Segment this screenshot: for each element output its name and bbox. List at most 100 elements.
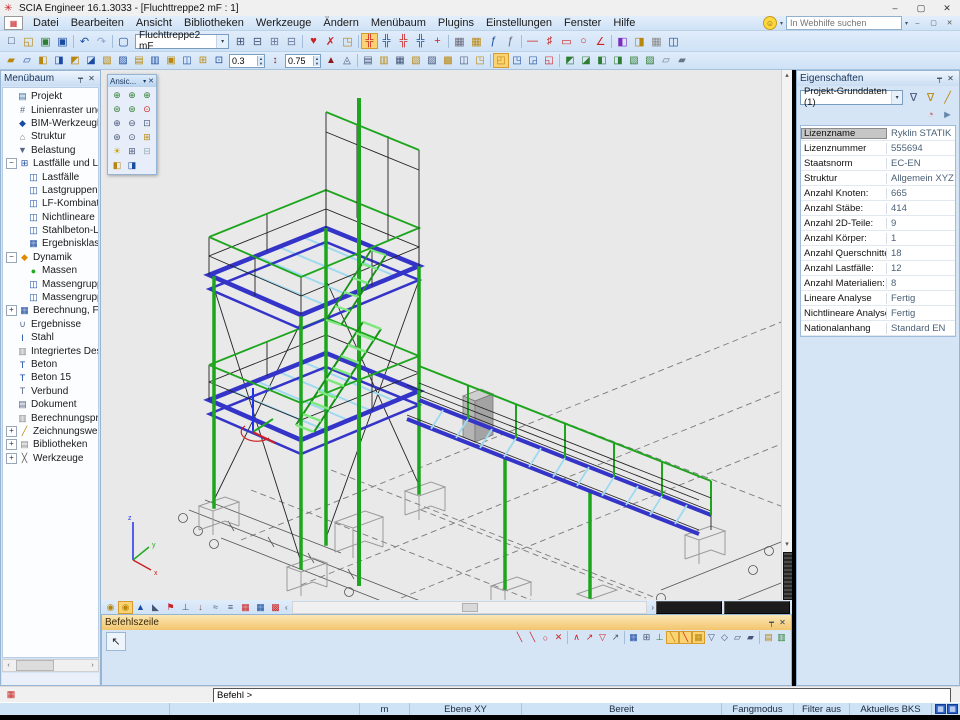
property-value[interactable]: Fertig xyxy=(887,293,955,304)
layer-current-icon[interactable]: ◰ xyxy=(493,53,509,68)
snap-tangent-icon[interactable]: ◇ xyxy=(718,631,731,644)
display-loads-icon[interactable]: ◩ xyxy=(67,53,83,68)
zoom-window-icon[interactable]: ⊡ xyxy=(140,117,154,130)
close-icon[interactable]: ✕ xyxy=(86,74,97,83)
mdi-restore-button[interactable]: ▢ xyxy=(927,18,940,29)
scale-spinner-1[interactable]: ▲▼ xyxy=(229,54,265,68)
print-picture-icon[interactable]: ⊞ xyxy=(140,131,154,144)
user-function-icon[interactable]: ƒ xyxy=(485,33,502,49)
save-icon[interactable]: ▣ xyxy=(54,33,71,49)
selection-filter-icon[interactable]: ▽ xyxy=(596,631,609,644)
property-row-anzahl-2d-teile[interactable]: Anzahl 2D-Teile:9 xyxy=(801,216,955,231)
paperspace-gallery-icon[interactable]: ▧ xyxy=(408,53,424,68)
circle-entity-icon[interactable]: ○ xyxy=(575,33,592,49)
tree-expander-icon[interactable]: + xyxy=(6,305,17,316)
copy-attributes-icon[interactable]: ⊞ xyxy=(232,33,249,49)
property-value[interactable]: 8 xyxy=(887,278,955,289)
zoom-in-icon[interactable]: ⊕ xyxy=(110,117,124,130)
activity-by-selection-icon[interactable]: ◧ xyxy=(594,53,610,68)
select-arrow-icon[interactable]: ↗ xyxy=(583,631,596,644)
property-value[interactable]: 1 xyxy=(887,233,955,244)
tree-item-linienraster-und-geschosse[interactable]: #Linienraster und Geschosse xyxy=(3,103,98,116)
spinner-arrows-icon[interactable]: ▲▼ xyxy=(313,56,320,66)
scroll-right-icon[interactable]: › xyxy=(87,662,98,669)
filter-property-icon[interactable]: ∇ xyxy=(905,89,922,105)
view-y-direction-icon[interactable]: ⊕ xyxy=(125,89,139,102)
favourites-icon[interactable]: ♥ xyxy=(305,33,322,49)
selection-cursor-button[interactable]: ↖ xyxy=(106,632,126,651)
zoom-all-icon[interactable]: ⊛ xyxy=(110,131,124,144)
menu-werkzeuge[interactable]: Werkzeuge xyxy=(250,17,317,29)
tree-item-ergebnisse[interactable]: ∪Ergebnisse xyxy=(3,318,98,331)
properties-combobox[interactable]: Projekt-Grunddaten (1) ▾ xyxy=(800,90,903,105)
user-function-2-icon[interactable]: ƒ xyxy=(502,33,519,49)
pin-icon[interactable]: ┯ xyxy=(934,74,945,83)
palette-close-icon[interactable]: ✕ xyxy=(148,77,154,85)
label-flag-icon[interactable]: ⚑ xyxy=(163,601,178,614)
view-palette-header[interactable]: Ansic... ▾ ✕ xyxy=(108,75,156,87)
tree-item-projekt[interactable]: ▤Projekt xyxy=(3,90,98,103)
export-graphics-icon[interactable]: ◳ xyxy=(472,53,488,68)
check-structure-nodes-icon[interactable]: ╬ xyxy=(412,33,429,49)
property-row-lizenznummer[interactable]: Lizenznummer555694 xyxy=(801,141,955,156)
angle-dimension-icon[interactable]: ∠ xyxy=(592,33,609,49)
disconnect-members-icon[interactable]: ╬ xyxy=(378,33,395,49)
scroll-right-icon[interactable]: › xyxy=(649,603,656,612)
pin-icon[interactable]: ┯ xyxy=(766,618,777,627)
activity-on-icon[interactable]: ◩ xyxy=(562,53,578,68)
scroll-left-icon[interactable]: ‹ xyxy=(3,662,14,669)
property-value[interactable]: 665 xyxy=(887,188,955,199)
mesh-refine-icon[interactable]: ▦ xyxy=(648,33,665,49)
menu-datei[interactable]: Datei xyxy=(27,17,65,29)
picture-gallery-icon[interactable]: ▦ xyxy=(392,53,408,68)
bks-indicator-icon[interactable]: ▦ xyxy=(935,704,946,714)
pin-view-active-icon[interactable]: ◉ xyxy=(118,601,133,614)
snap-grid-icon[interactable]: ▦ xyxy=(692,631,705,644)
activity-by-layers-icon[interactable]: ◨ xyxy=(610,53,626,68)
menu-einstellungen[interactable]: Einstellungen xyxy=(480,17,558,29)
print-preview-icon[interactable]: ▥ xyxy=(376,53,392,68)
layer-visibility-icon[interactable]: ◲ xyxy=(525,53,541,68)
filter-edit-icon[interactable]: ∇ xyxy=(922,89,939,105)
property-row-lizenzname[interactable]: LizenznameRyklin STATIK xyxy=(801,126,955,141)
edit-property-icon[interactable]: ╱ xyxy=(939,89,956,105)
document-composer-icon[interactable]: ◫ xyxy=(665,33,682,49)
activity-invert-icon[interactable]: ▧ xyxy=(626,53,642,68)
measure-icon[interactable]: ↗ xyxy=(609,631,622,644)
display-mesh-icon[interactable]: ▨ xyxy=(115,53,131,68)
redo-icon[interactable]: ↷ xyxy=(93,33,110,49)
render-wireframe-icon[interactable]: ▤ xyxy=(131,53,147,68)
command-input[interactable] xyxy=(213,688,951,703)
maximize-button[interactable]: ▢ xyxy=(908,1,934,16)
layer-manager-icon[interactable]: ◳ xyxy=(509,53,525,68)
cursor-snap-settings-icon[interactable]: ▦ xyxy=(627,631,640,644)
new-document-icon[interactable]: □ xyxy=(3,33,20,49)
table-results-icon[interactable]: ▦ xyxy=(238,601,253,614)
print-icon[interactable]: ▤ xyxy=(360,53,376,68)
tree-item-struktur[interactable]: ⌂Struktur xyxy=(3,130,98,143)
close-icon[interactable]: ✕ xyxy=(945,74,956,83)
display-layers-icon[interactable]: ⊞ xyxy=(195,53,211,68)
tree-expander-icon[interactable]: + xyxy=(6,426,17,437)
zoom-out-icon[interactable]: ⊖ xyxy=(125,117,139,130)
scroll-up-icon[interactable]: ▴ xyxy=(782,71,792,79)
render-shaded-icon[interactable]: ▥ xyxy=(147,53,163,68)
menu-hilfe[interactable]: Hilfe xyxy=(607,17,641,29)
scale-spinner-2[interactable]: ▲▼ xyxy=(285,54,321,68)
tree-item-werkzeuge[interactable]: +╳Werkzeuge xyxy=(3,452,98,465)
clean-check-icon[interactable]: ✗ xyxy=(322,33,339,49)
property-row-struktur[interactable]: StrukturAllgemein XYZ xyxy=(801,171,955,186)
chart-refresh-icon[interactable]: ◔ xyxy=(922,107,939,123)
property-value[interactable]: EC-EN xyxy=(887,158,955,169)
scrollbar-thumb[interactable] xyxy=(462,603,478,612)
mdi-close-button[interactable]: ✕ xyxy=(943,18,956,29)
move-node-icon[interactable]: + xyxy=(429,33,446,49)
loads-display-icon[interactable]: ↓ xyxy=(193,601,208,614)
project-manager-icon[interactable]: ▢ xyxy=(115,33,132,49)
property-value[interactable]: Allgemein XYZ xyxy=(887,173,955,184)
viewport-horizontal-scrollbar[interactable] xyxy=(292,601,648,614)
supports-display-icon[interactable]: ⊥ xyxy=(178,601,193,614)
tree-item-nichtlineare-lf-kombinationen[interactable]: ◫Nichtlineare LF-Kombin xyxy=(3,211,98,224)
engineering-report-icon[interactable]: ▦ xyxy=(468,33,485,49)
tree-horizontal-scrollbar[interactable]: ‹ › xyxy=(2,659,99,672)
